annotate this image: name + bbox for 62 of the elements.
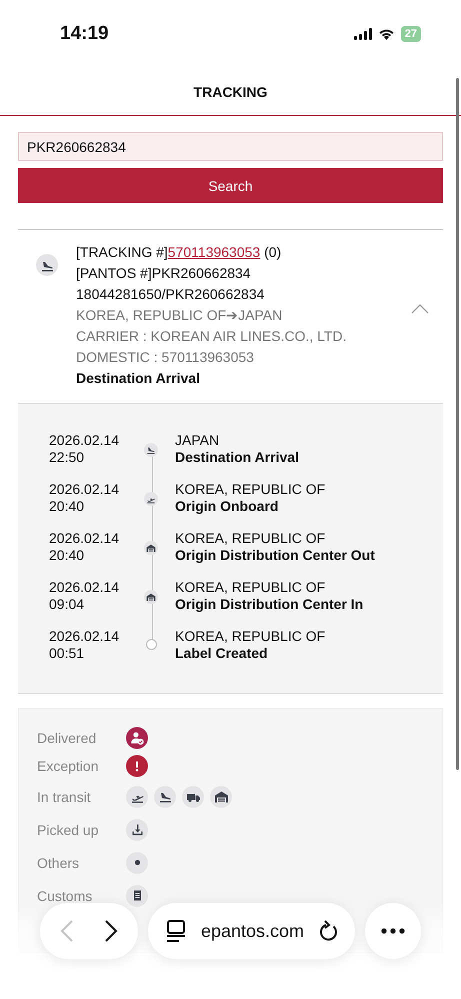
- event-date: 2026.02.14: [49, 432, 120, 449]
- warehouse-icon: [144, 590, 158, 604]
- shipment-info: [PANTOS #]PKR260662834: [76, 264, 251, 283]
- event-date: 2026.02.14: [49, 579, 120, 596]
- signal-icon: [354, 28, 372, 40]
- circle-icon: [146, 639, 156, 650]
- event-location: KOREA, REPUBLIC OF: [175, 530, 326, 547]
- legend-label: Picked up: [37, 822, 100, 838]
- download-icon: [126, 818, 148, 840]
- legend-label: In transit: [37, 788, 92, 804]
- warehouse-icon: [210, 786, 232, 808]
- event-time: 20:40: [49, 547, 86, 564]
- warehouse-icon: [144, 541, 158, 555]
- event-date: 2026.02.14: [49, 628, 120, 645]
- legend-label: Exception: [37, 758, 100, 774]
- shipment-detail: CARRIER : KOREAN AIR LINES.CO., LTD.: [76, 327, 346, 346]
- event-status: Destination Arrival: [175, 449, 299, 466]
- event-status: Origin Onboard: [175, 498, 280, 515]
- address-bar[interactable]: epantos.com: [148, 903, 355, 959]
- event-date: 2026.02.14: [49, 530, 120, 547]
- exclamation-icon: [126, 755, 148, 777]
- plane-landing-icon: [36, 254, 58, 276]
- plane-landing-icon: [154, 786, 176, 808]
- shipment-detail: DOMESTIC : 570113963053: [76, 348, 254, 367]
- chevron-up-icon[interactable]: [411, 304, 429, 314]
- search-field[interactable]: PKR260662834: [18, 132, 443, 161]
- reload-icon[interactable]: [319, 920, 339, 942]
- clock-time: 14:19: [60, 23, 109, 45]
- event-time: 00:51: [49, 645, 86, 662]
- event-time: 20:40: [49, 498, 86, 515]
- search-button[interactable]: Search: [18, 168, 443, 203]
- event-location: JAPAN: [175, 432, 220, 449]
- plane-takeoff-icon: [144, 492, 158, 506]
- tracking-link[interactable]: 570113963053: [168, 244, 260, 260]
- event-location: KOREA, REPUBLIC OF: [175, 579, 326, 596]
- legend-label: Delivered: [37, 730, 98, 746]
- event-location: KOREA, REPUBLIC OF: [175, 481, 326, 498]
- event-status: Label Created: [175, 645, 269, 662]
- legend-label: Others: [37, 854, 80, 870]
- tabs-icon[interactable]: [166, 919, 186, 943]
- event-status: Origin Distribution Center Out: [175, 547, 375, 564]
- event-date: 2026.02.14: [49, 481, 120, 498]
- plane-takeoff-icon: [126, 786, 148, 808]
- person-check-icon: [126, 727, 148, 749]
- legend-label: Customs: [37, 888, 94, 904]
- document-icon: [126, 884, 148, 906]
- tracking-number-line: [TRACKING #]570113963053 (0): [76, 243, 282, 262]
- event-status: Origin Distribution Center In: [175, 596, 364, 613]
- shipment-info: 18044281650/PKR260662834: [76, 285, 264, 304]
- shipment-status: Destination Arrival: [76, 369, 200, 388]
- event-time: 22:50: [49, 449, 86, 466]
- event-location: KOREA, REPUBLIC OF: [175, 628, 326, 645]
- plane-landing-icon: [144, 443, 158, 457]
- battery-indicator: 27: [400, 26, 421, 42]
- more-icon: [381, 928, 405, 934]
- truck-icon: [182, 786, 204, 808]
- shipment-detail: KOREA, REPUBLIC OF➔JAPAN: [76, 306, 282, 325]
- wifi-icon: [378, 28, 395, 40]
- dot-icon: [126, 852, 148, 874]
- page-title: TRACKING: [194, 84, 268, 100]
- event-time: 09:04: [49, 596, 86, 613]
- url-text: epantos.com: [200, 920, 304, 942]
